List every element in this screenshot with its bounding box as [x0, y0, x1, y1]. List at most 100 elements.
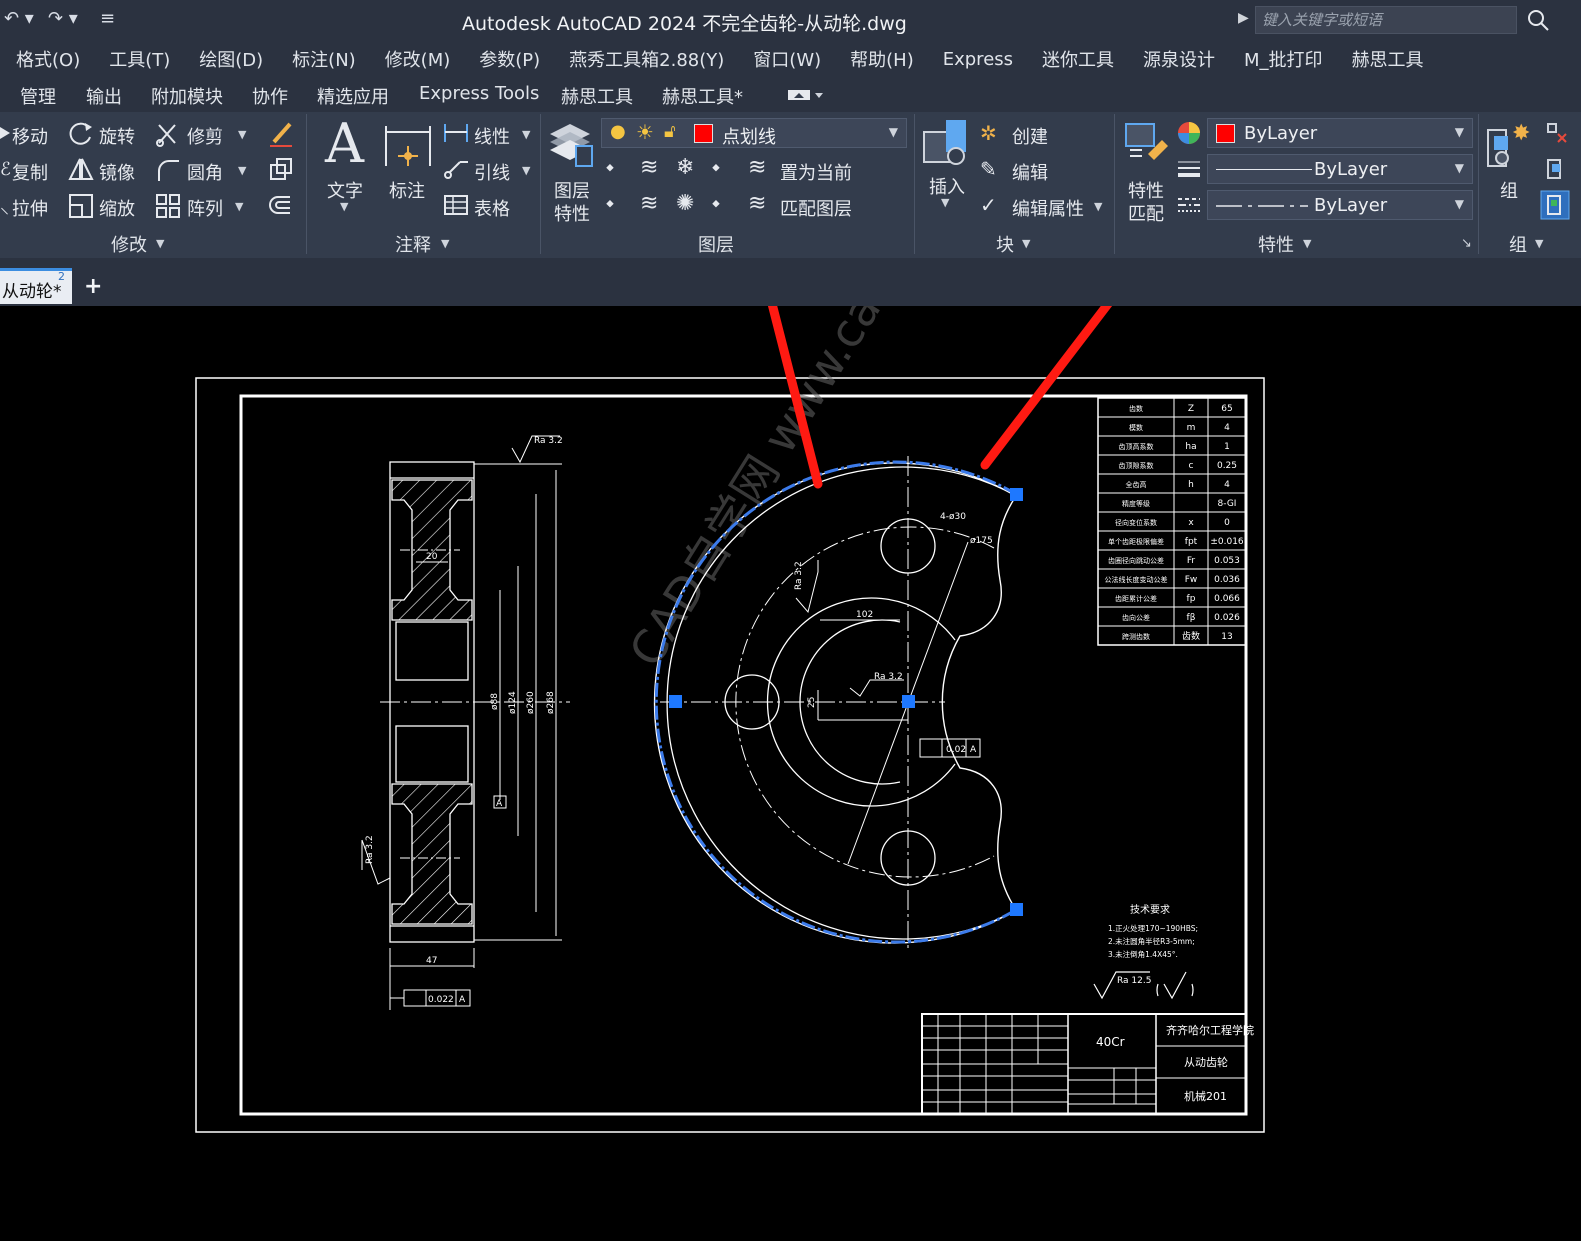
- tab-hesi-tools[interactable]: 赫思工具: [561, 83, 633, 109]
- search-box[interactable]: [1255, 6, 1517, 34]
- properties-dialog-launcher-icon[interactable]: ↘: [1461, 236, 1472, 251]
- modify-panel-title[interactable]: 修改: [111, 231, 147, 257]
- rotate-button[interactable]: 旋转: [99, 123, 135, 149]
- block-panel-dropdown-icon[interactable]: ▼: [1022, 237, 1030, 250]
- match-properties-icon[interactable]: [1122, 120, 1170, 168]
- lineweight-icon[interactable]: [1176, 158, 1202, 180]
- ribbon-minimize-icon[interactable]: [787, 87, 825, 103]
- tab-collaborate[interactable]: 协作: [252, 83, 288, 109]
- leader-dropdown-icon[interactable]: ▼: [522, 164, 530, 177]
- array-icon[interactable]: [155, 193, 181, 219]
- tab-addins[interactable]: 附加模块: [151, 83, 223, 109]
- insert-dropdown-icon[interactable]: ▼: [941, 196, 949, 209]
- insert-icon[interactable]: [922, 118, 970, 168]
- linetype-dropdown-arrow-icon[interactable]: ▼: [1455, 197, 1464, 211]
- linetype-icon[interactable]: [1176, 194, 1202, 216]
- mirror-icon[interactable]: [68, 157, 94, 183]
- layer-dropdown[interactable]: ● ☀ 🔓︎ 点划线 ▼: [601, 118, 907, 148]
- tab-hesi-tools-star[interactable]: 赫思工具*: [662, 83, 743, 109]
- rotate-icon[interactable]: [68, 121, 94, 147]
- menu-item[interactable]: Express: [943, 49, 1013, 70]
- linear-dropdown-icon[interactable]: ▼: [522, 128, 530, 141]
- stretch-button[interactable]: 拉伸: [12, 195, 48, 221]
- table-button[interactable]: 表格: [474, 195, 510, 221]
- leader-icon[interactable]: [443, 158, 469, 180]
- tab-output[interactable]: 输出: [86, 83, 122, 109]
- search-expand-icon[interactable]: ▶: [1238, 10, 1249, 26]
- match-properties-button-line2[interactable]: 匹配: [1128, 200, 1164, 226]
- stretch-icon[interactable]: ⸜: [0, 195, 9, 219]
- search-icon[interactable]: [1526, 8, 1550, 32]
- text-dropdown-icon[interactable]: ▼: [340, 200, 348, 213]
- layer-unlock-icon[interactable]: ⬩: [712, 191, 720, 216]
- edit-attributes-button[interactable]: 编辑属性: [1012, 195, 1084, 221]
- match-layer-icon[interactable]: ≋: [748, 191, 766, 216]
- trim-dropdown-icon[interactable]: ▼: [238, 128, 246, 141]
- fillet-dropdown-icon[interactable]: ▼: [238, 164, 246, 177]
- new-tab-button[interactable]: +: [84, 274, 102, 299]
- trim-button[interactable]: 修剪: [187, 123, 223, 149]
- layer-on-icon[interactable]: ⬩: [606, 191, 614, 216]
- trim-icon[interactable]: [155, 121, 181, 147]
- annotation-panel-dropdown-icon[interactable]: ▼: [441, 237, 449, 250]
- menu-item[interactable]: 帮助(H): [850, 46, 914, 72]
- grip-bottom[interactable]: [1010, 903, 1023, 916]
- group-button[interactable]: 组: [1500, 177, 1518, 203]
- move-button[interactable]: 移动: [12, 123, 48, 149]
- menu-item[interactable]: 修改(M): [385, 46, 451, 72]
- array-button[interactable]: 阵列: [187, 195, 223, 221]
- lineweight-dropdown[interactable]: ByLayer ▼: [1207, 154, 1473, 184]
- properties-panel-title[interactable]: 特性: [1258, 231, 1294, 257]
- group-selection-toggle-icon[interactable]: [1540, 190, 1570, 220]
- menu-item[interactable]: 参数(P): [479, 46, 540, 72]
- tab-featured-apps[interactable]: 精选应用: [317, 83, 389, 109]
- create-block-button[interactable]: 创建: [1012, 123, 1048, 149]
- color-wheel-icon[interactable]: [1176, 120, 1202, 146]
- create-block-icon[interactable]: ✲: [980, 121, 997, 145]
- undo-icon[interactable]: ↶ ▾: [4, 8, 34, 29]
- array-dropdown-icon[interactable]: ▼: [235, 200, 243, 213]
- fillet-icon[interactable]: [155, 157, 181, 183]
- document-tab[interactable]: 从动轮* 2: [0, 268, 72, 304]
- menu-item[interactable]: 迷你工具: [1042, 46, 1114, 72]
- make-current-button[interactable]: 置为当前: [780, 159, 852, 185]
- redo-icon[interactable]: ↷ ▾: [48, 8, 78, 29]
- copy-button[interactable]: 复制: [12, 159, 48, 185]
- tab-express-tools[interactable]: Express Tools: [419, 83, 539, 104]
- layer-thaw-icon[interactable]: ✺: [676, 191, 694, 216]
- color-dropdown-arrow-icon[interactable]: ▼: [1455, 125, 1464, 139]
- fillet-button[interactable]: 圆角: [187, 159, 223, 185]
- ungroup-icon[interactable]: [1546, 122, 1568, 144]
- group-edit-icon[interactable]: [1546, 158, 1568, 180]
- erase-icon[interactable]: [268, 120, 294, 148]
- edit-attributes-icon[interactable]: ✓: [980, 193, 997, 217]
- mirror-button[interactable]: 镜像: [99, 159, 135, 185]
- menu-item[interactable]: 燕秀工具箱2.88(Y): [569, 46, 724, 72]
- edit-block-icon[interactable]: ✎: [980, 157, 997, 181]
- menu-item[interactable]: 格式(O): [16, 46, 80, 72]
- menu-item[interactable]: M_批打印: [1244, 46, 1323, 72]
- layer-properties-icon[interactable]: [546, 120, 596, 170]
- offset-icon[interactable]: [268, 193, 294, 219]
- layer-dropdown-arrow-icon[interactable]: ▼: [889, 125, 898, 139]
- scale-icon[interactable]: [68, 193, 94, 219]
- linear-button[interactable]: 线性: [474, 123, 510, 149]
- layer-isolate-icon[interactable]: ≋: [640, 155, 658, 180]
- annotation-panel-title[interactable]: 注释: [395, 231, 431, 257]
- menu-item[interactable]: 赫思工具: [1352, 46, 1424, 72]
- table-icon[interactable]: [443, 194, 469, 216]
- modify-panel-dropdown-icon[interactable]: ▼: [156, 237, 164, 250]
- menu-item[interactable]: 源泉设计: [1143, 46, 1215, 72]
- grip-mid[interactable]: [669, 695, 682, 708]
- linetype-dropdown[interactable]: ByLayer ▼: [1207, 190, 1473, 220]
- layers-panel-title[interactable]: 图层: [698, 231, 734, 257]
- quick-access-menu-icon[interactable]: ≡: [100, 8, 115, 29]
- layer-unisolate-icon[interactable]: ≋: [640, 191, 658, 216]
- text-icon[interactable]: A: [325, 112, 364, 175]
- dimension-icon[interactable]: [384, 122, 432, 168]
- layer-off-icon[interactable]: ⬩: [606, 155, 614, 180]
- group-icon[interactable]: ✸: [1486, 120, 1534, 170]
- make-current-icon[interactable]: ≋: [748, 155, 766, 180]
- search-input[interactable]: [1256, 7, 1516, 33]
- tab-manage[interactable]: 管理: [20, 83, 56, 109]
